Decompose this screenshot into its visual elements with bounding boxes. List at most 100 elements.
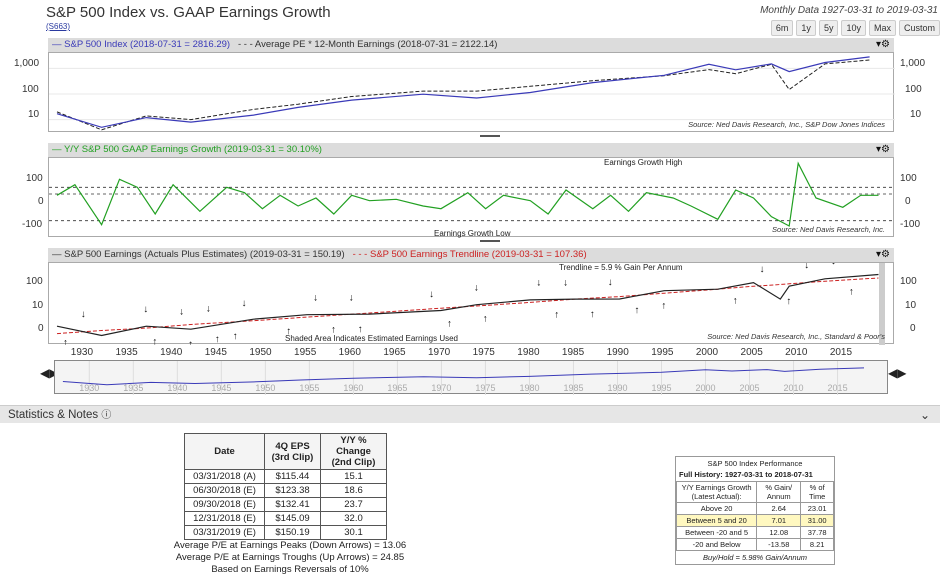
down-arrow-marker: ↓ xyxy=(81,309,86,320)
panel2-menu-icon[interactable]: ▾⚙ xyxy=(876,143,890,157)
navigator-year-label: 1990 xyxy=(607,383,627,393)
cell-time: 31.00 xyxy=(800,514,834,527)
cell-change: 23.7 xyxy=(320,497,387,512)
p1-ytick-right-1000: 1,000 xyxy=(900,58,926,69)
cell-gain: 7.01 xyxy=(756,514,802,527)
range-10y-button[interactable]: 10y xyxy=(841,20,866,36)
eps-table-wrapper: Date 4Q EPS (3rd Clip) Y/Y % Change (2nd… xyxy=(184,433,387,540)
table-row: Between -20 and 5 12.08 37.78 xyxy=(675,526,834,539)
cell-date: 03/31/2018 (A) xyxy=(184,469,265,484)
stats-collapse-chevron-icon[interactable]: ⌄ xyxy=(920,406,930,424)
cell-range: -20 and Below xyxy=(675,538,758,551)
down-arrow-marker: ↓ xyxy=(429,289,434,300)
cell-eps: $145.09 xyxy=(264,511,321,526)
sp500-series-line xyxy=(56,56,870,128)
perf-title: S&P 500 Index Performance xyxy=(707,459,803,468)
year-axis: 1930 1935 1940 1945 1950 1955 1960 1965 1970 1975… xyxy=(71,347,853,358)
table-row: 03/31/2018 (A) $115.44 15.1 xyxy=(184,469,387,484)
p3-ytick-left-10: 10 xyxy=(32,300,44,311)
range-6m-button[interactable]: 6m xyxy=(770,20,794,36)
navigator-year-label: 1965 xyxy=(387,383,407,393)
navigator-year-label: 1930 xyxy=(79,383,99,393)
info-icon[interactable]: ⓘ xyxy=(101,410,111,421)
cell-eps: $150.19 xyxy=(264,525,321,540)
stats-title: Statistics & Notes xyxy=(8,409,99,421)
table-row: 09/30/2018 (E) $132.41 23.7 xyxy=(184,497,387,512)
table-row: 03/31/2019 (E) $150.19 30.1 xyxy=(184,525,387,540)
year-tick-label: 1970 xyxy=(428,347,451,358)
year-tick-label: 1950 xyxy=(249,347,272,358)
range-5y-button[interactable]: 5y xyxy=(818,20,839,36)
growth-legend-swatch: — xyxy=(52,144,62,155)
eps-col-eps: 4Q EPS (3rd Clip) xyxy=(264,433,321,470)
year-tick-label: 2005 xyxy=(741,347,764,358)
cell-gain: -13.58 xyxy=(756,538,802,551)
eps-table: Date 4Q EPS (3rd Clip) Y/Y % Change (2nd… xyxy=(184,433,387,540)
trend-legend-swatch: - - - xyxy=(352,249,368,260)
down-arrow-marker: ↓ xyxy=(536,278,541,289)
navigator-year-label: 2000 xyxy=(696,383,716,393)
range-1y-button[interactable]: 1y xyxy=(796,20,816,36)
growth-series-line xyxy=(56,161,879,227)
p1-ytick-left-100: 100 xyxy=(22,84,39,95)
data-range-label: Monthly Data 1927-03-31 to 2019-03-31 xyxy=(760,5,938,16)
panel3-menu-icon[interactable]: ▾⚙ xyxy=(876,248,890,262)
year-tick-label: 1995 xyxy=(651,347,674,358)
sp500-legend-swatch: — xyxy=(52,39,62,50)
panel2-plot: Earnings Growth High Earnings Growth Low… xyxy=(48,157,895,238)
navigator-year-label: 1945 xyxy=(211,383,231,393)
panel2-resize-handle[interactable] xyxy=(480,239,500,247)
panel2-legend: — Y/Y S&P 500 GAAP Earnings Growth (2019… xyxy=(48,143,894,157)
year-tick-label: 2000 xyxy=(696,347,719,358)
eps-col-date: Date xyxy=(184,433,265,470)
panel3-source: Source: Ned Davis Research, Inc., Standa… xyxy=(707,332,885,341)
navigator-year-label: 1935 xyxy=(123,383,143,393)
navigator-year-label: 1995 xyxy=(651,383,671,393)
cell-eps: $132.41 xyxy=(264,497,321,512)
perf-col-gain: % Gain/ Annum xyxy=(756,481,802,503)
stats-notes: Average P/E at Earnings Peaks (Down Arro… xyxy=(150,540,430,576)
stats-section-header[interactable]: Statistics & Notes ⓘ ⌄ xyxy=(0,405,940,423)
avgpe-legend-swatch: - - - xyxy=(238,39,253,50)
up-arrow-marker: ↑ xyxy=(733,295,738,306)
cell-range: Above 20 xyxy=(675,502,758,515)
navigator-year-label: 1970 xyxy=(431,383,451,393)
table-row: 12/31/2018 (E) $145.09 32.0 xyxy=(184,511,387,526)
year-tick-label: 1960 xyxy=(339,347,362,358)
navigator-right-arrow-icon[interactable]: ◀▶ xyxy=(888,366,906,380)
navigator-year-label: 1975 xyxy=(475,383,495,393)
year-tick-label: 1965 xyxy=(383,347,406,358)
p1-ytick-left-1000: 1,000 xyxy=(14,58,40,69)
year-tick-label: 1945 xyxy=(205,347,228,358)
cell-time: 23.01 xyxy=(800,502,834,515)
p2-ytick-right-0: 0 xyxy=(905,196,911,207)
earnings-series-line xyxy=(56,273,879,337)
panel1-menu-icon[interactable]: ▾⚙ xyxy=(876,38,890,52)
navigator-pane[interactable]: 1930 1935 1940 1945 1950 1955 1960 1965 1970 1975… xyxy=(54,360,888,395)
cell-change: 15.1 xyxy=(320,469,387,484)
range-button-bar: 6m 1y 5y 10y Max Custom xyxy=(770,20,940,36)
panel1-resize-handle[interactable] xyxy=(480,134,500,142)
cell-gain: 2.64 xyxy=(756,502,802,515)
year-tick-label: 2010 xyxy=(785,347,808,358)
cell-date: 06/30/2018 (E) xyxy=(184,483,265,498)
navigator-year-label: 2005 xyxy=(740,383,760,393)
navigator-svg: 1930 1935 1940 1945 1950 1955 1960 1965 1970 1975… xyxy=(62,361,865,395)
p2-ytick-left-neg100: -100 xyxy=(22,219,43,230)
cell-time: 37.78 xyxy=(800,526,834,539)
avgpe-legend-label: Average PE * 12-Month Earnings (2018-07-… xyxy=(254,39,498,50)
up-arrow-marker: ↑ xyxy=(661,301,666,312)
year-tick-label: 1955 xyxy=(294,347,317,358)
performance-box: S&P 500 Index Performance Full History: … xyxy=(675,456,835,565)
panel2-source: Source: Ned Davis Research, Inc. xyxy=(772,225,885,234)
range-max-button[interactable]: Max xyxy=(868,20,896,36)
down-arrow-marker: ↓ xyxy=(179,307,184,318)
note-troughs: Average P/E at Earnings Troughs (Up Arro… xyxy=(175,552,405,563)
p3-ytick-right-0: 0 xyxy=(910,323,916,334)
table-row: 06/30/2018 (E) $123.38 18.6 xyxy=(184,483,387,498)
down-arrow-marker: ↓ xyxy=(349,292,354,303)
perf-table: Y/Y Earnings Growth (Latest Actual): % G… xyxy=(675,481,834,551)
range-custom-button[interactable]: Custom xyxy=(898,20,940,36)
series-code-link[interactable]: (S663) xyxy=(46,22,70,31)
year-tick-label: 1940 xyxy=(160,347,183,358)
